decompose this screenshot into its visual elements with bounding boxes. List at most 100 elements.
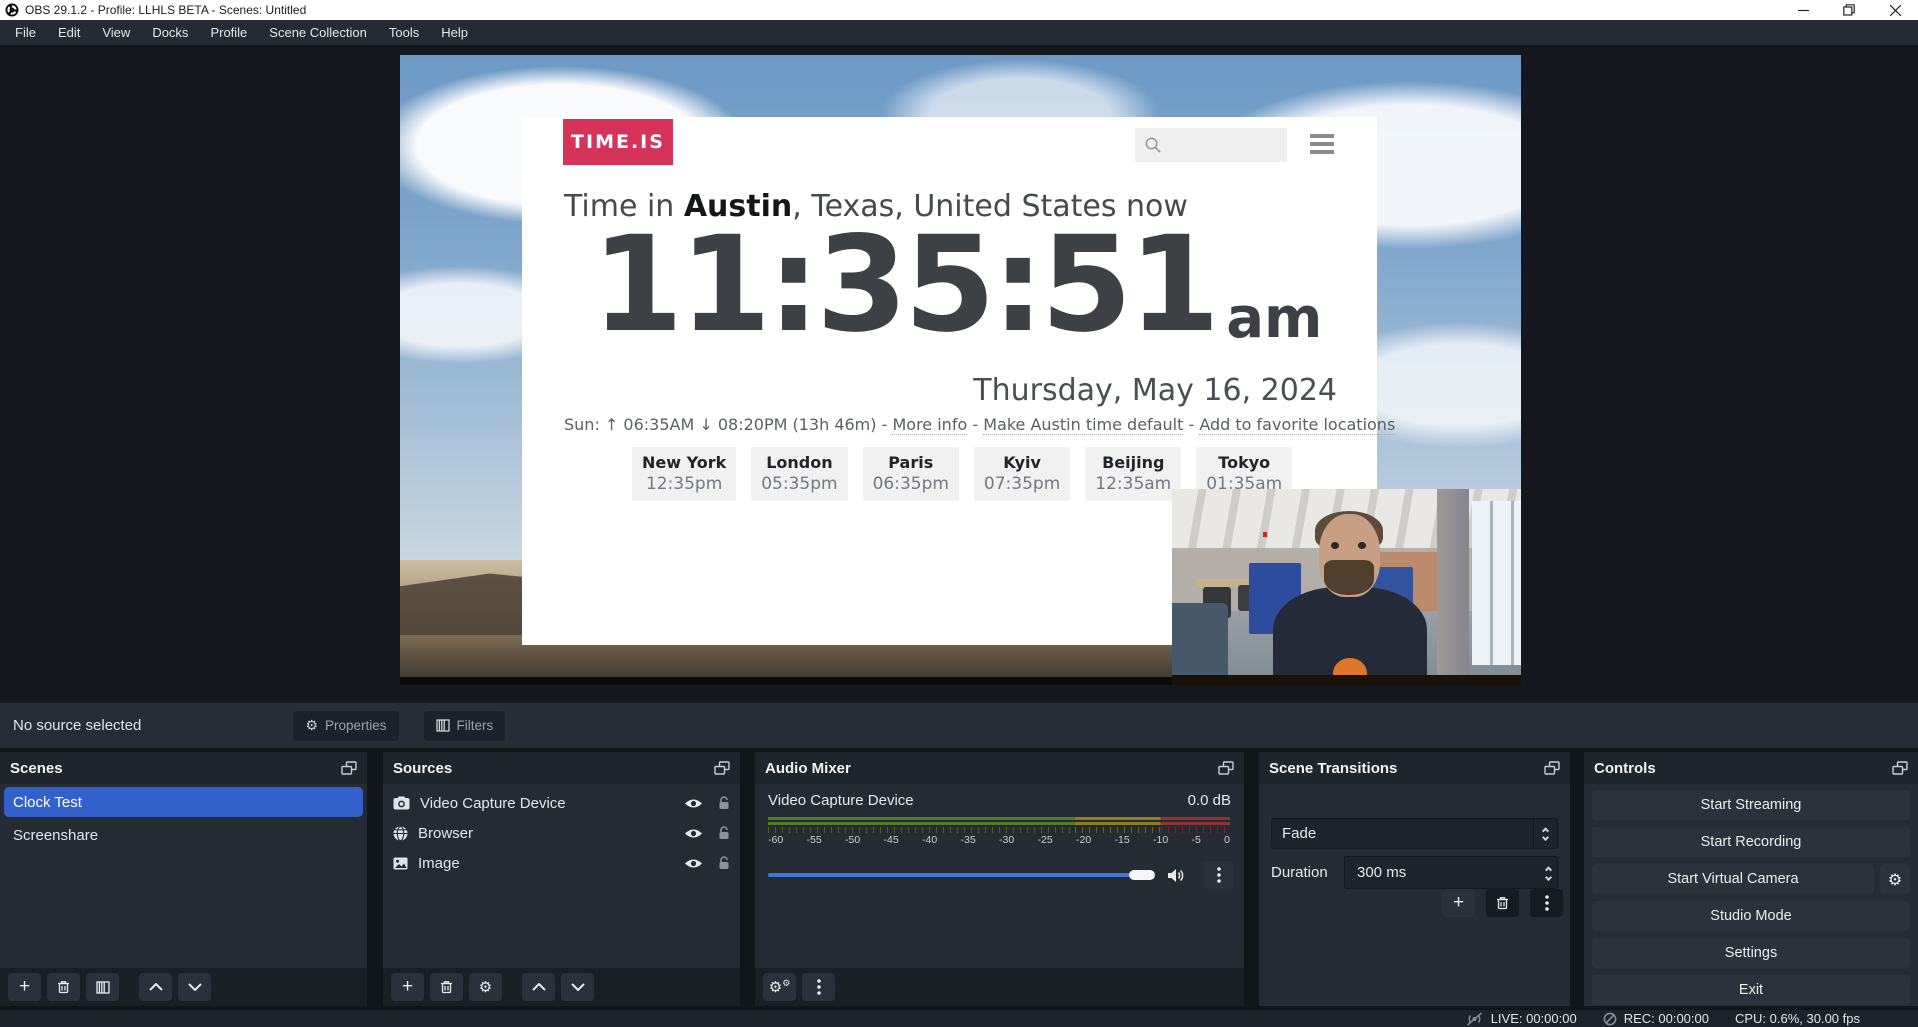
popout-dock-icon[interactable] [1892, 761, 1908, 775]
volume-slider-handle[interactable] [1129, 870, 1155, 880]
menu-scene-collection[interactable]: Scene Collection [260, 22, 376, 43]
popout-dock-icon[interactable] [341, 761, 357, 775]
popout-dock-icon[interactable] [714, 761, 730, 775]
city-tile-kyiv[interactable]: Kyiv 07:35pm [974, 447, 1070, 501]
transition-select[interactable]: Fade [1271, 818, 1558, 849]
status-bar: LIVE: 00:00:00 REC: 00:00:00 CPU: 0.6%, … [0, 1010, 1918, 1027]
controls-panel: Controls Start Streaming Start Recording… [1584, 752, 1918, 1006]
lock-icon[interactable] [718, 796, 730, 810]
scenes-panel-title: Scenes [10, 760, 63, 777]
menu-edit[interactable]: Edit [49, 22, 89, 43]
mixer-db-value: 0.0 dB [1188, 792, 1231, 809]
visibility-eye-icon[interactable] [684, 827, 703, 840]
mixer-channel-menu-button[interactable] [1204, 861, 1234, 889]
clock: 11:35:51 am [577, 213, 1337, 351]
volume-slider[interactable] [768, 873, 1153, 877]
trash-icon [1496, 896, 1509, 910]
menu-view[interactable]: View [93, 22, 139, 43]
city-tile-beijing[interactable]: Beijing 12:35am [1085, 447, 1181, 501]
properties-button[interactable]: ⚙ Properties [293, 711, 398, 741]
popout-dock-icon[interactable] [1544, 761, 1560, 775]
filter-icon [96, 981, 110, 994]
move-scene-up-button[interactable] [139, 973, 172, 1001]
scene-transitions-title: Scene Transitions [1269, 760, 1397, 777]
mixer-channel-name: Video Capture Device [768, 792, 914, 809]
popout-dock-icon[interactable] [1218, 761, 1234, 775]
duration-spinbox[interactable]: 300 ms [1344, 856, 1558, 889]
scene-transitions-panel: Scene Transitions Fade Duration 300 ms [1259, 752, 1570, 1006]
spin-up-icon[interactable] [1545, 866, 1552, 873]
source-properties-button[interactable]: ⚙ [469, 973, 502, 1001]
city-tile-new-york[interactable]: New York 12:35pm [632, 447, 736, 501]
add-transition-button[interactable]: + [1442, 889, 1475, 917]
source-row-browser[interactable]: Browser [383, 818, 740, 848]
menu-file[interactable]: File [6, 22, 45, 43]
broadcast-off-icon [1465, 1012, 1484, 1026]
menu-tools[interactable]: Tools [380, 22, 428, 43]
menu-docks[interactable]: Docks [143, 22, 197, 43]
combo-arrows [1533, 819, 1557, 848]
kebab-menu-icon [817, 979, 821, 995]
record-off-icon [1603, 1012, 1617, 1026]
current-date: Thursday, May 16, 2024 [973, 373, 1337, 408]
filters-button[interactable]: Filters [424, 711, 506, 741]
source-row-image[interactable]: Image [383, 848, 740, 878]
speaker-icon[interactable] [1167, 868, 1184, 883]
lock-icon[interactable] [718, 826, 730, 840]
obs-logo-icon [5, 3, 19, 17]
city-tile-paris[interactable]: Paris 06:35pm [863, 447, 959, 501]
search-input[interactable] [1135, 128, 1287, 162]
audio-mixer-title: Audio Mixer [765, 760, 851, 777]
remove-transition-button[interactable] [1486, 889, 1519, 917]
restore-icon [1843, 4, 1855, 16]
hamburger-menu-icon[interactable] [1310, 134, 1334, 154]
lock-icon[interactable] [718, 856, 730, 870]
timeis-logo[interactable]: TIME.IS [563, 119, 673, 165]
city-tile-london[interactable]: London 05:35pm [751, 447, 847, 501]
clock-time: 11:35:51 [592, 219, 1217, 351]
advanced-audio-button[interactable]: ⚙⚙ [763, 973, 796, 1001]
exit-button[interactable]: Exit [1592, 975, 1910, 1005]
maximize-button[interactable] [1826, 0, 1872, 20]
close-button[interactable] [1872, 0, 1918, 20]
scene-item-clock-test[interactable]: Clock Test [4, 787, 363, 817]
link-make-default[interactable]: Make Austin time default [983, 415, 1183, 435]
controls-title: Controls [1594, 760, 1656, 777]
cpu-fps-status: CPU: 0.6%, 30.00 fps [1735, 1011, 1860, 1026]
start-virtual-camera-button[interactable]: Start Virtual Camera [1592, 864, 1874, 894]
studio-mode-button[interactable]: Studio Mode [1592, 901, 1910, 931]
search-icon [1144, 136, 1162, 154]
start-recording-button[interactable]: Start Recording [1592, 827, 1910, 857]
scene-filters-button[interactable] [86, 973, 119, 1001]
remove-scene-button[interactable] [47, 973, 80, 1001]
move-scene-down-button[interactable] [178, 973, 211, 1001]
virtual-camera-settings-button[interactable]: ⚙ [1880, 864, 1910, 894]
menu-profile[interactable]: Profile [201, 22, 256, 43]
menubar: File Edit View Docks Profile Scene Colle… [0, 20, 1918, 45]
visibility-eye-icon[interactable] [684, 797, 703, 810]
source-row-video-capture[interactable]: Video Capture Device [383, 788, 740, 818]
transition-properties-button[interactable] [1530, 889, 1563, 917]
scene-item-screenshare[interactable]: Screenshare [4, 820, 363, 850]
link-add-favorite[interactable]: Add to favorite locations [1199, 415, 1395, 435]
move-source-up-button[interactable] [522, 973, 555, 1001]
menu-help[interactable]: Help [432, 22, 477, 43]
source-context-bar: No source selected ⚙ Properties Filters [0, 703, 1918, 748]
add-source-button[interactable]: + [391, 973, 424, 1001]
add-scene-button[interactable]: + [8, 973, 41, 1001]
link-more-info[interactable]: More info [892, 415, 967, 435]
remove-source-button[interactable] [430, 973, 463, 1001]
preview-canvas[interactable]: TIME.IS Time in Austin, Texas, United St… [400, 55, 1521, 685]
sources-panel-title: Sources [393, 760, 452, 777]
gear-icon: ⚙ [479, 980, 492, 995]
visibility-eye-icon[interactable] [684, 857, 703, 870]
start-streaming-button[interactable]: Start Streaming [1592, 790, 1910, 820]
move-source-down-button[interactable] [561, 973, 594, 1001]
mixer-menu-button[interactable] [802, 973, 835, 1001]
clock-ampm: am [1226, 291, 1322, 347]
audio-mixer-panel: Audio Mixer Video Capture Device 0.0 dB … [755, 752, 1244, 1006]
minimize-button[interactable] [1780, 0, 1826, 20]
spin-down-icon[interactable] [1545, 873, 1552, 880]
settings-button[interactable]: Settings [1592, 938, 1910, 968]
image-icon [393, 857, 408, 870]
